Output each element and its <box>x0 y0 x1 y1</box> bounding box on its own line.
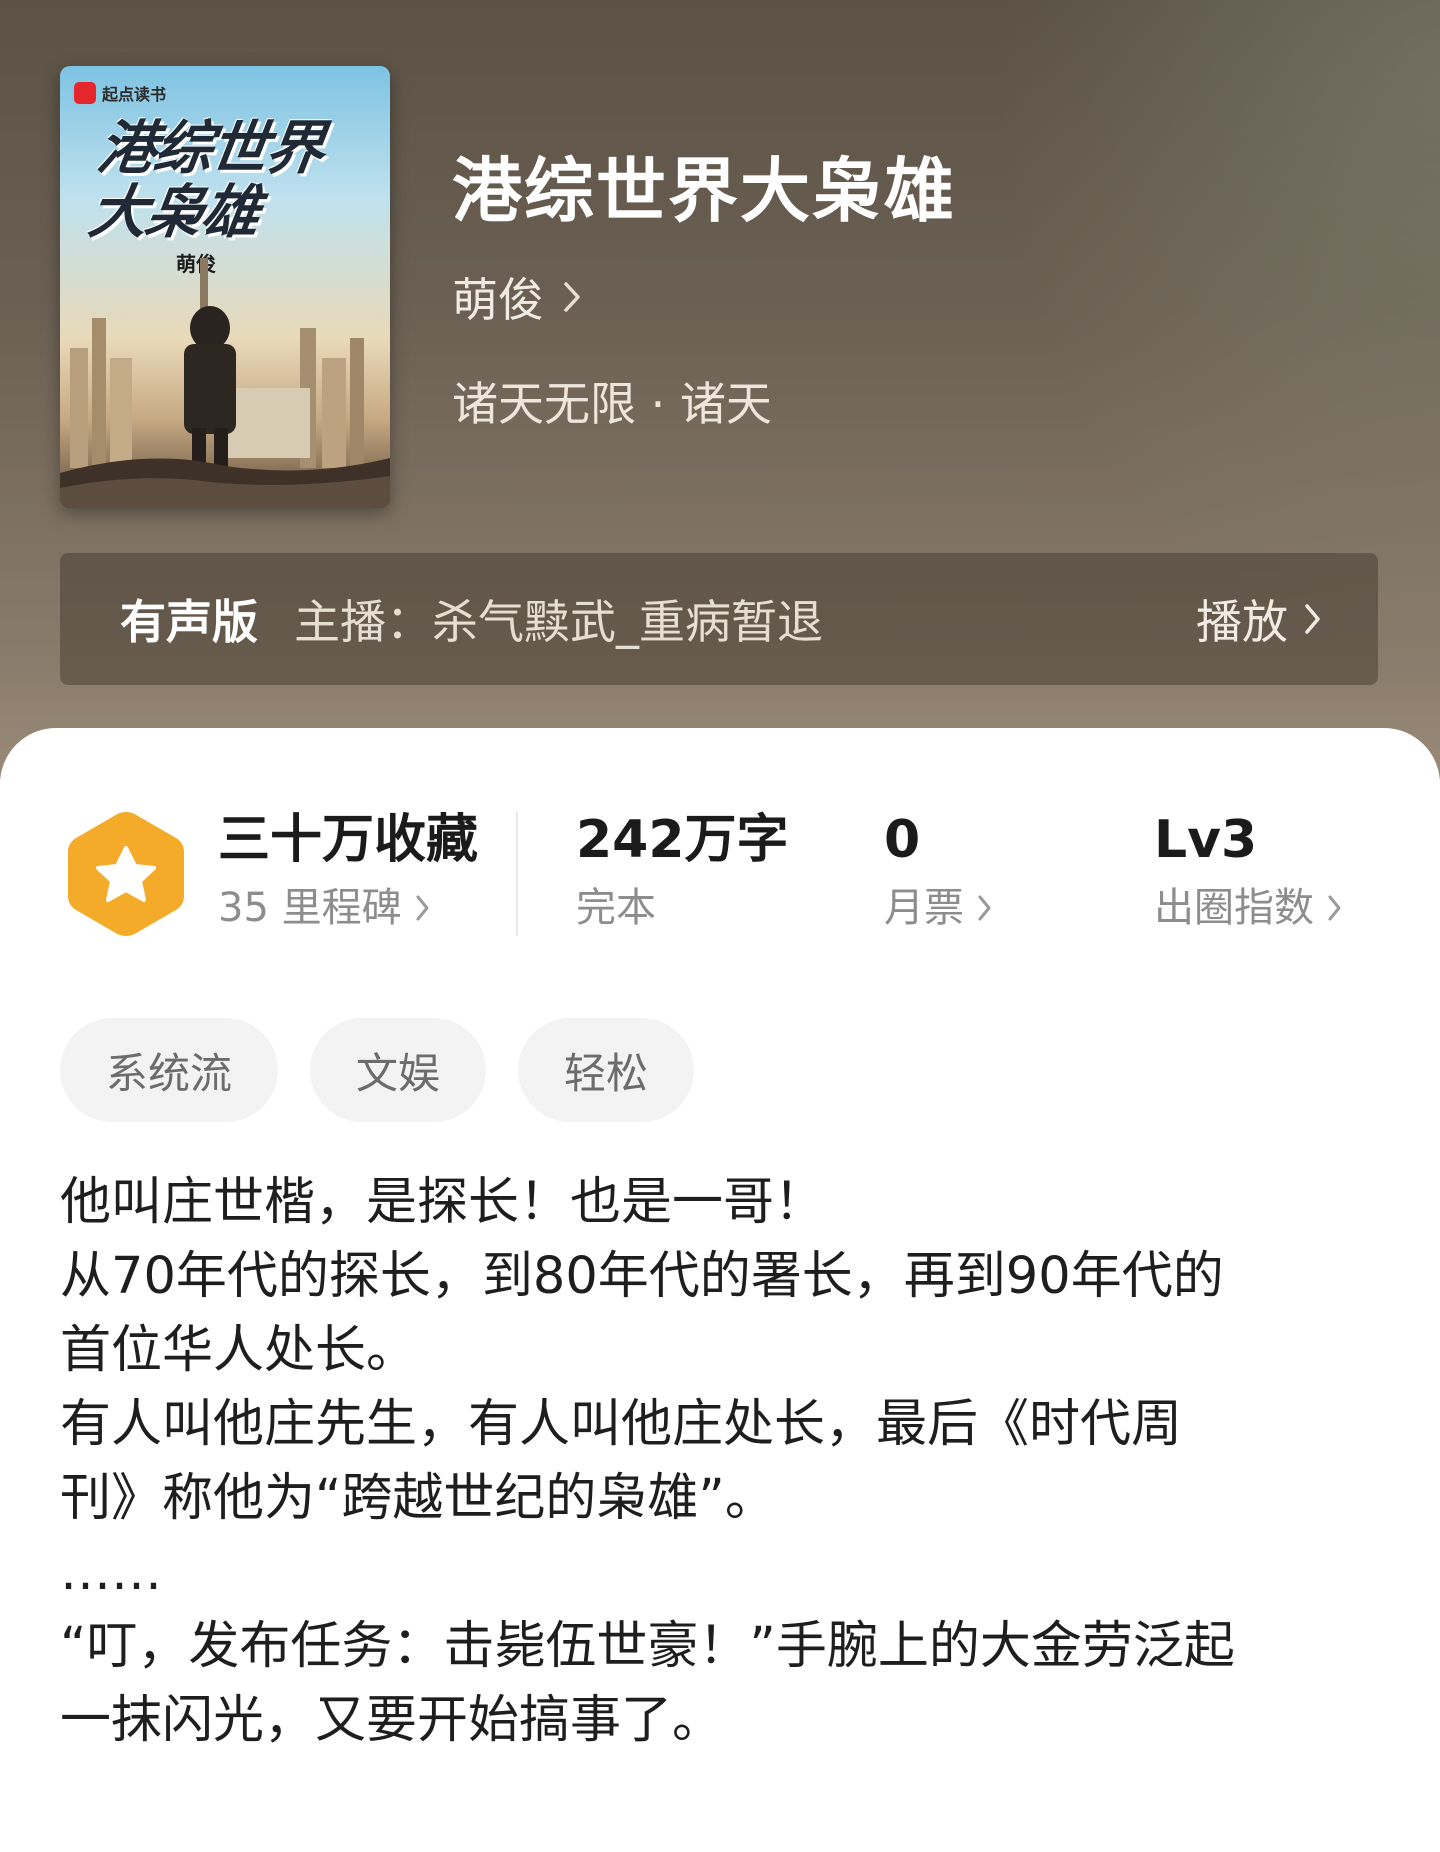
collection-count: 三十万收藏 <box>218 810 479 870</box>
synopsis-line: 一抹闪光，又要开始搞事了。 <box>60 1691 724 1750</box>
tag-chip[interactable]: 文娱 <box>310 1018 487 1122</box>
author-link[interactable]: 萌俊 <box>452 264 956 330</box>
synopsis-line: 首位华人处长。 <box>60 1321 418 1380</box>
play-button[interactable]: 播放 <box>1196 553 1322 685</box>
book-detail-card: 三十万收藏 35 里程碑 242万字 完本 0 月票 Lv3 出圈指数 系统流 … <box>0 728 1440 1852</box>
cover-title-line2: 大枭雄 <box>84 178 263 246</box>
monthly-ticket-label: 月票 <box>884 885 964 931</box>
audiobook-bar[interactable]: 有声版 主播：杀气黩武_重病暂退 播放 <box>60 553 1378 685</box>
chevron-right-icon <box>1305 604 1320 634</box>
author-name: 萌俊 <box>452 273 544 327</box>
cover-brand-label: 起点读书 <box>102 85 167 104</box>
chevron-right-icon <box>416 895 429 921</box>
monthly-ticket-stat[interactable]: 0 月票 <box>884 808 992 932</box>
book-title: 港综世界大枭雄 <box>452 150 956 232</box>
qidian-logo-icon <box>74 82 96 104</box>
milestone-label: 35 里程碑 <box>218 885 402 931</box>
cover-brand: 起点读书 <box>74 80 166 106</box>
popularity-index-label: 出圈指数 <box>1154 885 1314 931</box>
synopsis-line: “叮，发布任务：击毙伍世豪！”手腕上的大金劳泛起 <box>60 1617 1235 1676</box>
synopsis-line: 刊》称他为“跨越世纪的枭雄”。 <box>60 1469 776 1528</box>
collection-stat[interactable]: 三十万收藏 35 里程碑 <box>218 808 478 932</box>
audiobook-host: 主播：杀气黩武_重病暂退 <box>294 595 823 649</box>
stat-divider <box>516 812 518 936</box>
monthly-ticket-link[interactable]: 月票 <box>884 884 992 932</box>
book-info: 港综世界大枭雄 萌俊 诸天无限 · 诸天 <box>452 148 956 434</box>
tag-chip[interactable]: 轻松 <box>518 1018 695 1122</box>
cover-title: 港综世界 大枭雄 <box>84 114 390 246</box>
audiobook-badge: 有声版 <box>120 595 258 649</box>
book-category: 诸天无限 · 诸天 <box>452 377 772 431</box>
book-cover[interactable]: 起点读书 港综世界 大枭雄 萌俊 <box>60 66 390 508</box>
completion-label: 完本 <box>576 885 656 931</box>
chevron-right-icon <box>564 282 580 312</box>
cover-city-illustration <box>60 258 390 508</box>
completion-status: 完本 <box>576 884 789 932</box>
tag-chip[interactable]: 系统流 <box>60 1018 279 1122</box>
popularity-index-stat[interactable]: Lv3 出圈指数 <box>1154 808 1342 932</box>
milestone-link[interactable]: 35 里程碑 <box>218 884 478 932</box>
synopsis-line: 有人叫他庄先生，有人叫他庄处长，最后《时代周 <box>60 1395 1183 1454</box>
monthly-ticket-count: 0 <box>884 810 921 870</box>
synopsis-line: 从70年代的探长，到80年代的署长，再到90年代的 <box>60 1247 1224 1306</box>
tag-list: 系统流 文娱 轻松 <box>60 1018 695 1122</box>
synopsis-line: 他叫庄世楷，是探长！也是一哥！ <box>60 1173 826 1232</box>
chevron-right-icon <box>978 895 991 921</box>
word-count: 242万字 <box>576 810 789 870</box>
cover-title-line1: 港综世界 <box>93 114 328 182</box>
chevron-right-icon <box>1328 895 1341 921</box>
play-label: 播放 <box>1196 595 1288 649</box>
word-count-stat: 242万字 完本 <box>576 808 789 932</box>
book-synopsis: 他叫庄世楷，是探长！也是一哥！ 从70年代的探长，到80年代的署长，再到90年代… <box>60 1166 1390 1758</box>
stats-row: 三十万收藏 35 里程碑 242万字 完本 0 月票 Lv3 出圈指数 <box>0 728 1440 968</box>
popularity-level: Lv3 <box>1154 810 1258 870</box>
collection-badge-icon <box>68 812 184 936</box>
popularity-index-link[interactable]: 出圈指数 <box>1154 884 1342 932</box>
synopsis-line: …… <box>60 1543 162 1602</box>
